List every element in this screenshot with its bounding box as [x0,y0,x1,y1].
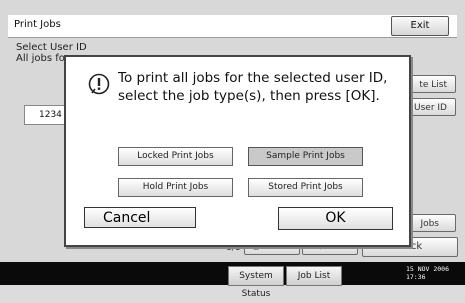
ok-button[interactable]: OK [278,207,393,230]
stored-print-jobs-button[interactable]: Stored Print Jobs [248,178,363,197]
time-text: 17:36 [405,273,426,281]
status-bar: System Status Job List 15 NOV 2006 17:36 [0,262,465,299]
date-text: 15 NOV 2006 [405,265,449,273]
locked-print-jobs-button[interactable]: Locked Print Jobs [118,147,233,166]
screen: Print Jobs Exit Select User ID All jobs … [0,0,465,262]
header-bar: Print Jobs Exit [8,15,457,38]
dialog-message-line1: To print all jobs for the selected user … [118,70,388,86]
sample-print-jobs-button[interactable]: Sample Print Jobs [248,147,363,166]
job-list-tab[interactable]: Job List [286,266,342,286]
system-status-tab[interactable]: System Status [228,266,284,299]
hold-print-jobs-button[interactable]: Hold Print Jobs [118,178,233,197]
dialog-message: To print all jobs for the selected user … [118,69,387,105]
info-icon [88,73,110,95]
cancel-button[interactable]: Cancel [84,207,196,228]
datetime-display: 15 NOV 2006 17:36 [406,265,449,281]
all-jobs-label: All jobs for [16,53,69,64]
page-title: Print Jobs [14,19,61,30]
job-type-dialog: To print all jobs for the selected user … [64,55,411,247]
exit-button[interactable]: Exit [391,16,449,36]
dialog-message-line2: select the job type(s), then press [OK]. [118,88,380,104]
select-user-label: Select User ID [16,42,87,53]
